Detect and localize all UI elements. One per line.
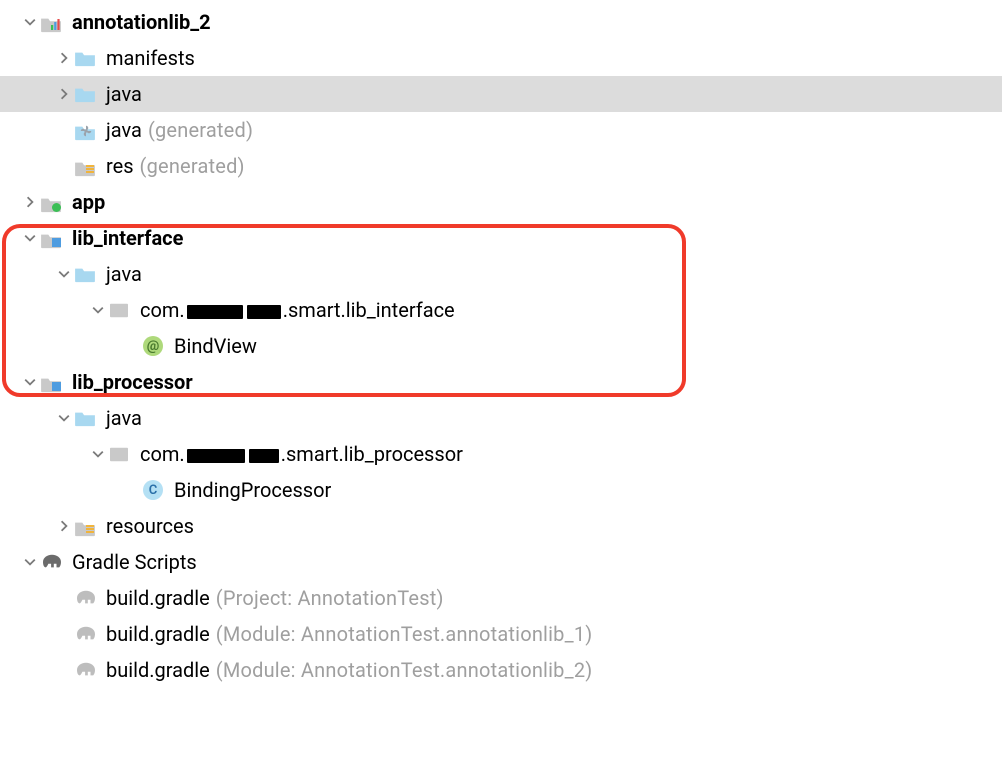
folder-res-icon — [74, 157, 100, 175]
tree-item-suffix: (Module: AnnotationTest.annotationlib_2) — [216, 657, 593, 684]
tree-item-label: lib_processor — [72, 369, 193, 396]
chevron-right-icon[interactable] — [20, 196, 40, 208]
tree-item-label: annotationlib_2 — [72, 9, 211, 36]
gradle-light-icon — [74, 661, 100, 679]
chevron-down-icon[interactable] — [54, 412, 74, 424]
module-blue-icon — [40, 373, 66, 391]
tree-row[interactable]: java — [0, 76, 1002, 112]
tree-row[interactable]: lib_interface — [0, 220, 1002, 256]
tree-row[interactable]: @ BindView — [0, 328, 1002, 364]
tree-item-label: java — [106, 405, 142, 432]
tree-item-label: BindView — [174, 333, 257, 360]
tree-row[interactable]: build.gradle(Project: AnnotationTest) — [0, 580, 1002, 616]
gradle-dark-icon — [40, 553, 66, 571]
tree-row[interactable]: manifests — [0, 40, 1002, 76]
chevron-down-icon[interactable] — [88, 448, 108, 460]
redacted-text — [247, 305, 281, 319]
tree-item-suffix: (generated) — [148, 117, 253, 144]
tree-item-label: manifests — [106, 45, 195, 72]
module-blue-icon — [40, 229, 66, 247]
tree-row[interactable]: res(generated) — [0, 148, 1002, 184]
annotation-icon: @ — [142, 335, 168, 357]
chevron-down-icon[interactable] — [20, 556, 40, 568]
tree-item-label: res — [106, 153, 134, 180]
chevron-down-icon[interactable] — [20, 376, 40, 388]
folder-res-icon — [74, 517, 100, 535]
tree-item-suffix: (generated) — [140, 153, 245, 180]
tree-item-label: com..smart.lib_processor — [140, 441, 463, 468]
chevron-right-icon[interactable] — [54, 520, 74, 532]
tree-item-label: build.gradle — [106, 657, 210, 684]
tree-row[interactable]: com..smart.lib_interface — [0, 292, 1002, 328]
redacted-text — [249, 449, 279, 463]
folder-fan-icon — [74, 121, 100, 139]
tree-item-label: resources — [106, 513, 194, 540]
tree-item-label: java — [106, 117, 142, 144]
chevron-down-icon[interactable] — [88, 304, 108, 316]
tree-row[interactable]: Gradle Scripts — [0, 544, 1002, 580]
tree-item-label: Gradle Scripts — [72, 549, 197, 576]
package-icon — [108, 301, 134, 319]
tree-row[interactable]: C BindingProcessor — [0, 472, 1002, 508]
module-green-icon — [40, 193, 66, 211]
package-icon — [108, 445, 134, 463]
tree-item-label: lib_interface — [72, 225, 183, 252]
svg-text:C: C — [149, 483, 158, 498]
chevron-down-icon[interactable] — [20, 232, 40, 244]
tree-item-label: BindingProcessor — [174, 477, 331, 504]
folder-blue-icon — [74, 409, 100, 427]
tree-item-label: java — [106, 261, 142, 288]
svg-text:@: @ — [147, 338, 160, 354]
chevron-right-icon[interactable] — [54, 52, 74, 64]
tree-item-label: app — [72, 189, 105, 216]
tree-row[interactable]: java(generated) — [0, 112, 1002, 148]
tree-row[interactable]: app — [0, 184, 1002, 220]
gradle-light-icon — [74, 589, 100, 607]
tree-row[interactable]: java — [0, 400, 1002, 436]
tree-item-suffix: (Module: AnnotationTest.annotationlib_1) — [216, 621, 593, 648]
class-icon: C — [142, 479, 168, 501]
folder-blue-icon — [74, 49, 100, 67]
tree-item-label: java — [106, 81, 142, 108]
tree-row[interactable]: lib_processor — [0, 364, 1002, 400]
folder-blue-icon — [74, 265, 100, 283]
tree-item-label: build.gradle — [106, 585, 210, 612]
tree-row[interactable]: java — [0, 256, 1002, 292]
redacted-text — [187, 449, 245, 463]
tree-row[interactable]: annotationlib_2 — [0, 4, 1002, 40]
chevron-down-icon[interactable] — [20, 16, 40, 28]
tree-row[interactable]: build.gradle(Module: AnnotationTest.anno… — [0, 652, 1002, 688]
tree-row[interactable]: com..smart.lib_processor — [0, 436, 1002, 472]
gradle-light-icon — [74, 625, 100, 643]
tree-item-label: build.gradle — [106, 621, 210, 648]
folder-blue-icon — [74, 85, 100, 103]
tree-row[interactable]: resources — [0, 508, 1002, 544]
tree-item-suffix: (Project: AnnotationTest) — [216, 585, 444, 612]
chevron-down-icon[interactable] — [54, 268, 74, 280]
module-bars-icon — [40, 13, 66, 31]
tree-item-label: com..smart.lib_interface — [140, 297, 455, 324]
chevron-right-icon[interactable] — [54, 88, 74, 100]
tree-row[interactable]: build.gradle(Module: AnnotationTest.anno… — [0, 616, 1002, 652]
redacted-text — [187, 305, 243, 319]
